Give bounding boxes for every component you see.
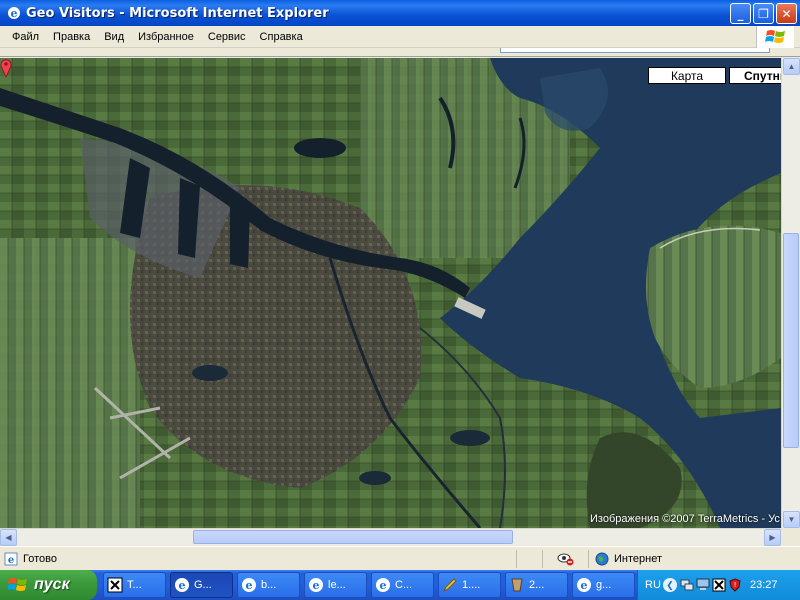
map-copyright: Изображения ©2007 TerraMetrics - Ус: [590, 513, 780, 525]
taskbar-item[interactable]: T...: [103, 572, 166, 598]
minimize-button[interactable]: _: [730, 3, 751, 24]
ie-icon: e: [175, 578, 189, 592]
scroll-down-button[interactable]: ▼: [783, 511, 800, 528]
svg-text:!: !: [734, 581, 737, 589]
ie-page-icon: e: [4, 552, 18, 566]
taskbar-item[interactable]: e C...: [371, 572, 434, 598]
start-label: пуск: [34, 576, 70, 593]
computer-icon[interactable]: [696, 578, 710, 592]
status-text-segment: e Готово: [0, 550, 516, 568]
menu-view[interactable]: Вид: [97, 31, 131, 43]
address-field[interactable]: [500, 48, 770, 53]
status-bar: e Готово Интернет: [0, 546, 800, 570]
taskbar-item-label: 1....: [462, 579, 481, 591]
task-buttons: T... e G... e b... e le... e C... 1.... …: [103, 572, 635, 598]
map-pin-icon[interactable]: [0, 58, 12, 78]
chevron-left-icon: ❮: [666, 579, 674, 590]
window-title: Geo Visitors - Microsoft Internet Explor…: [26, 5, 329, 21]
taskbar-item-label: T...: [127, 579, 142, 591]
taskbar-item-active[interactable]: e G...: [170, 572, 233, 598]
status-text: Готово: [23, 553, 57, 565]
taskbar-item[interactable]: 1....: [438, 572, 501, 598]
svg-text:e: e: [313, 579, 320, 592]
popup-blocked-icon: [557, 553, 573, 566]
menu-help[interactable]: Справка: [253, 31, 310, 43]
taskbar-item-label: le...: [328, 579, 346, 591]
tray-app-icon[interactable]: [712, 578, 726, 592]
restore-icon: ❐: [758, 6, 769, 21]
svg-text:e: e: [246, 579, 253, 592]
windows-flag-icon: [764, 30, 785, 43]
windows-logo: [756, 26, 794, 48]
menu-edit[interactable]: Правка: [46, 31, 97, 43]
ie-icon: e: [309, 578, 323, 592]
ie-icon: e: [376, 578, 390, 592]
scroll-left-button[interactable]: ◀: [0, 529, 17, 546]
title-bar[interactable]: e Geo Visitors - Microsoft Internet Expl…: [0, 0, 800, 26]
horizontal-scroll-thumb[interactable]: [193, 530, 513, 544]
system-tray: RU ❮ ! 23:27: [637, 570, 800, 600]
scrollbar-corner: [781, 528, 800, 545]
arrow-down-icon: ▼: [787, 515, 796, 524]
pencil-icon: [442, 578, 457, 593]
taskbar-item-label: C...: [395, 579, 413, 591]
ie-icon: e: [8, 7, 20, 20]
minimize-icon: _: [737, 6, 744, 21]
shield-icon[interactable]: !: [728, 578, 742, 592]
close-button[interactable]: ✕: [776, 3, 797, 24]
status-segment-empty: [516, 550, 542, 568]
app-icon: [107, 577, 123, 593]
popup-blocked-segment[interactable]: [542, 550, 588, 568]
map-imagery: [0, 58, 781, 528]
ie-icon: e: [577, 578, 591, 592]
taskbar-item[interactable]: e le...: [304, 572, 367, 598]
app-icon: [511, 578, 523, 592]
svg-text:e: e: [179, 579, 186, 592]
security-zone-text: Интернет: [614, 553, 662, 565]
menu-favorites[interactable]: Избранное: [131, 31, 201, 43]
svg-text:e: e: [11, 7, 18, 20]
arrow-right-icon: ▶: [769, 533, 776, 542]
taskbar-item[interactable]: e b...: [237, 572, 300, 598]
menu-tools[interactable]: Сервис: [201, 31, 253, 43]
network-icon[interactable]: [680, 578, 694, 592]
taskbar: пуск T... e G... e b... e le... e C... 1…: [0, 570, 800, 600]
svg-text:e: e: [581, 579, 588, 592]
taskbar-item[interactable]: 2...: [505, 572, 568, 598]
close-icon: ✕: [781, 6, 792, 21]
taskbar-item-label: G...: [194, 579, 212, 591]
map-type-map-button[interactable]: Карта: [648, 67, 726, 84]
vertical-scroll-thumb[interactable]: [783, 233, 799, 448]
windows-flag-icon: [8, 578, 27, 591]
ie-icon: e: [242, 578, 256, 592]
taskbar-item-label: b...: [261, 579, 277, 591]
taskbar-item[interactable]: e g...: [572, 572, 635, 598]
map-type-satellite-button[interactable]: Спутни: [729, 67, 781, 84]
svg-text:e: e: [380, 579, 387, 592]
svg-text:e: e: [8, 555, 14, 566]
vertical-scrollbar[interactable]: ▲ ▼: [781, 58, 800, 528]
address-bar-sliver: [0, 48, 800, 57]
start-button[interactable]: пуск: [0, 570, 97, 600]
arrow-left-icon: ◀: [5, 533, 12, 542]
taskbar-item-label: 2...: [529, 579, 545, 591]
security-zone-segment: Интернет: [588, 550, 800, 568]
tray-expand-button[interactable]: ❮: [663, 578, 677, 592]
restore-button[interactable]: ❐: [753, 3, 774, 24]
clock[interactable]: 23:27: [750, 579, 778, 591]
globe-icon: [595, 552, 609, 566]
menu-bar: Файл Правка Вид Избранное Сервис Справка: [0, 26, 800, 48]
arrow-up-icon: ▲: [787, 62, 796, 71]
scroll-right-button[interactable]: ▶: [764, 529, 781, 546]
horizontal-scrollbar[interactable]: ◀ ▶: [0, 528, 781, 546]
scroll-up-button[interactable]: ▲: [783, 58, 800, 75]
language-indicator[interactable]: RU: [645, 579, 663, 591]
menu-file[interactable]: Файл: [0, 31, 46, 43]
satellite-map[interactable]: Карта Спутни Изображения ©2007 TerraMetr…: [0, 58, 781, 528]
taskbar-item-label: g...: [596, 579, 612, 591]
